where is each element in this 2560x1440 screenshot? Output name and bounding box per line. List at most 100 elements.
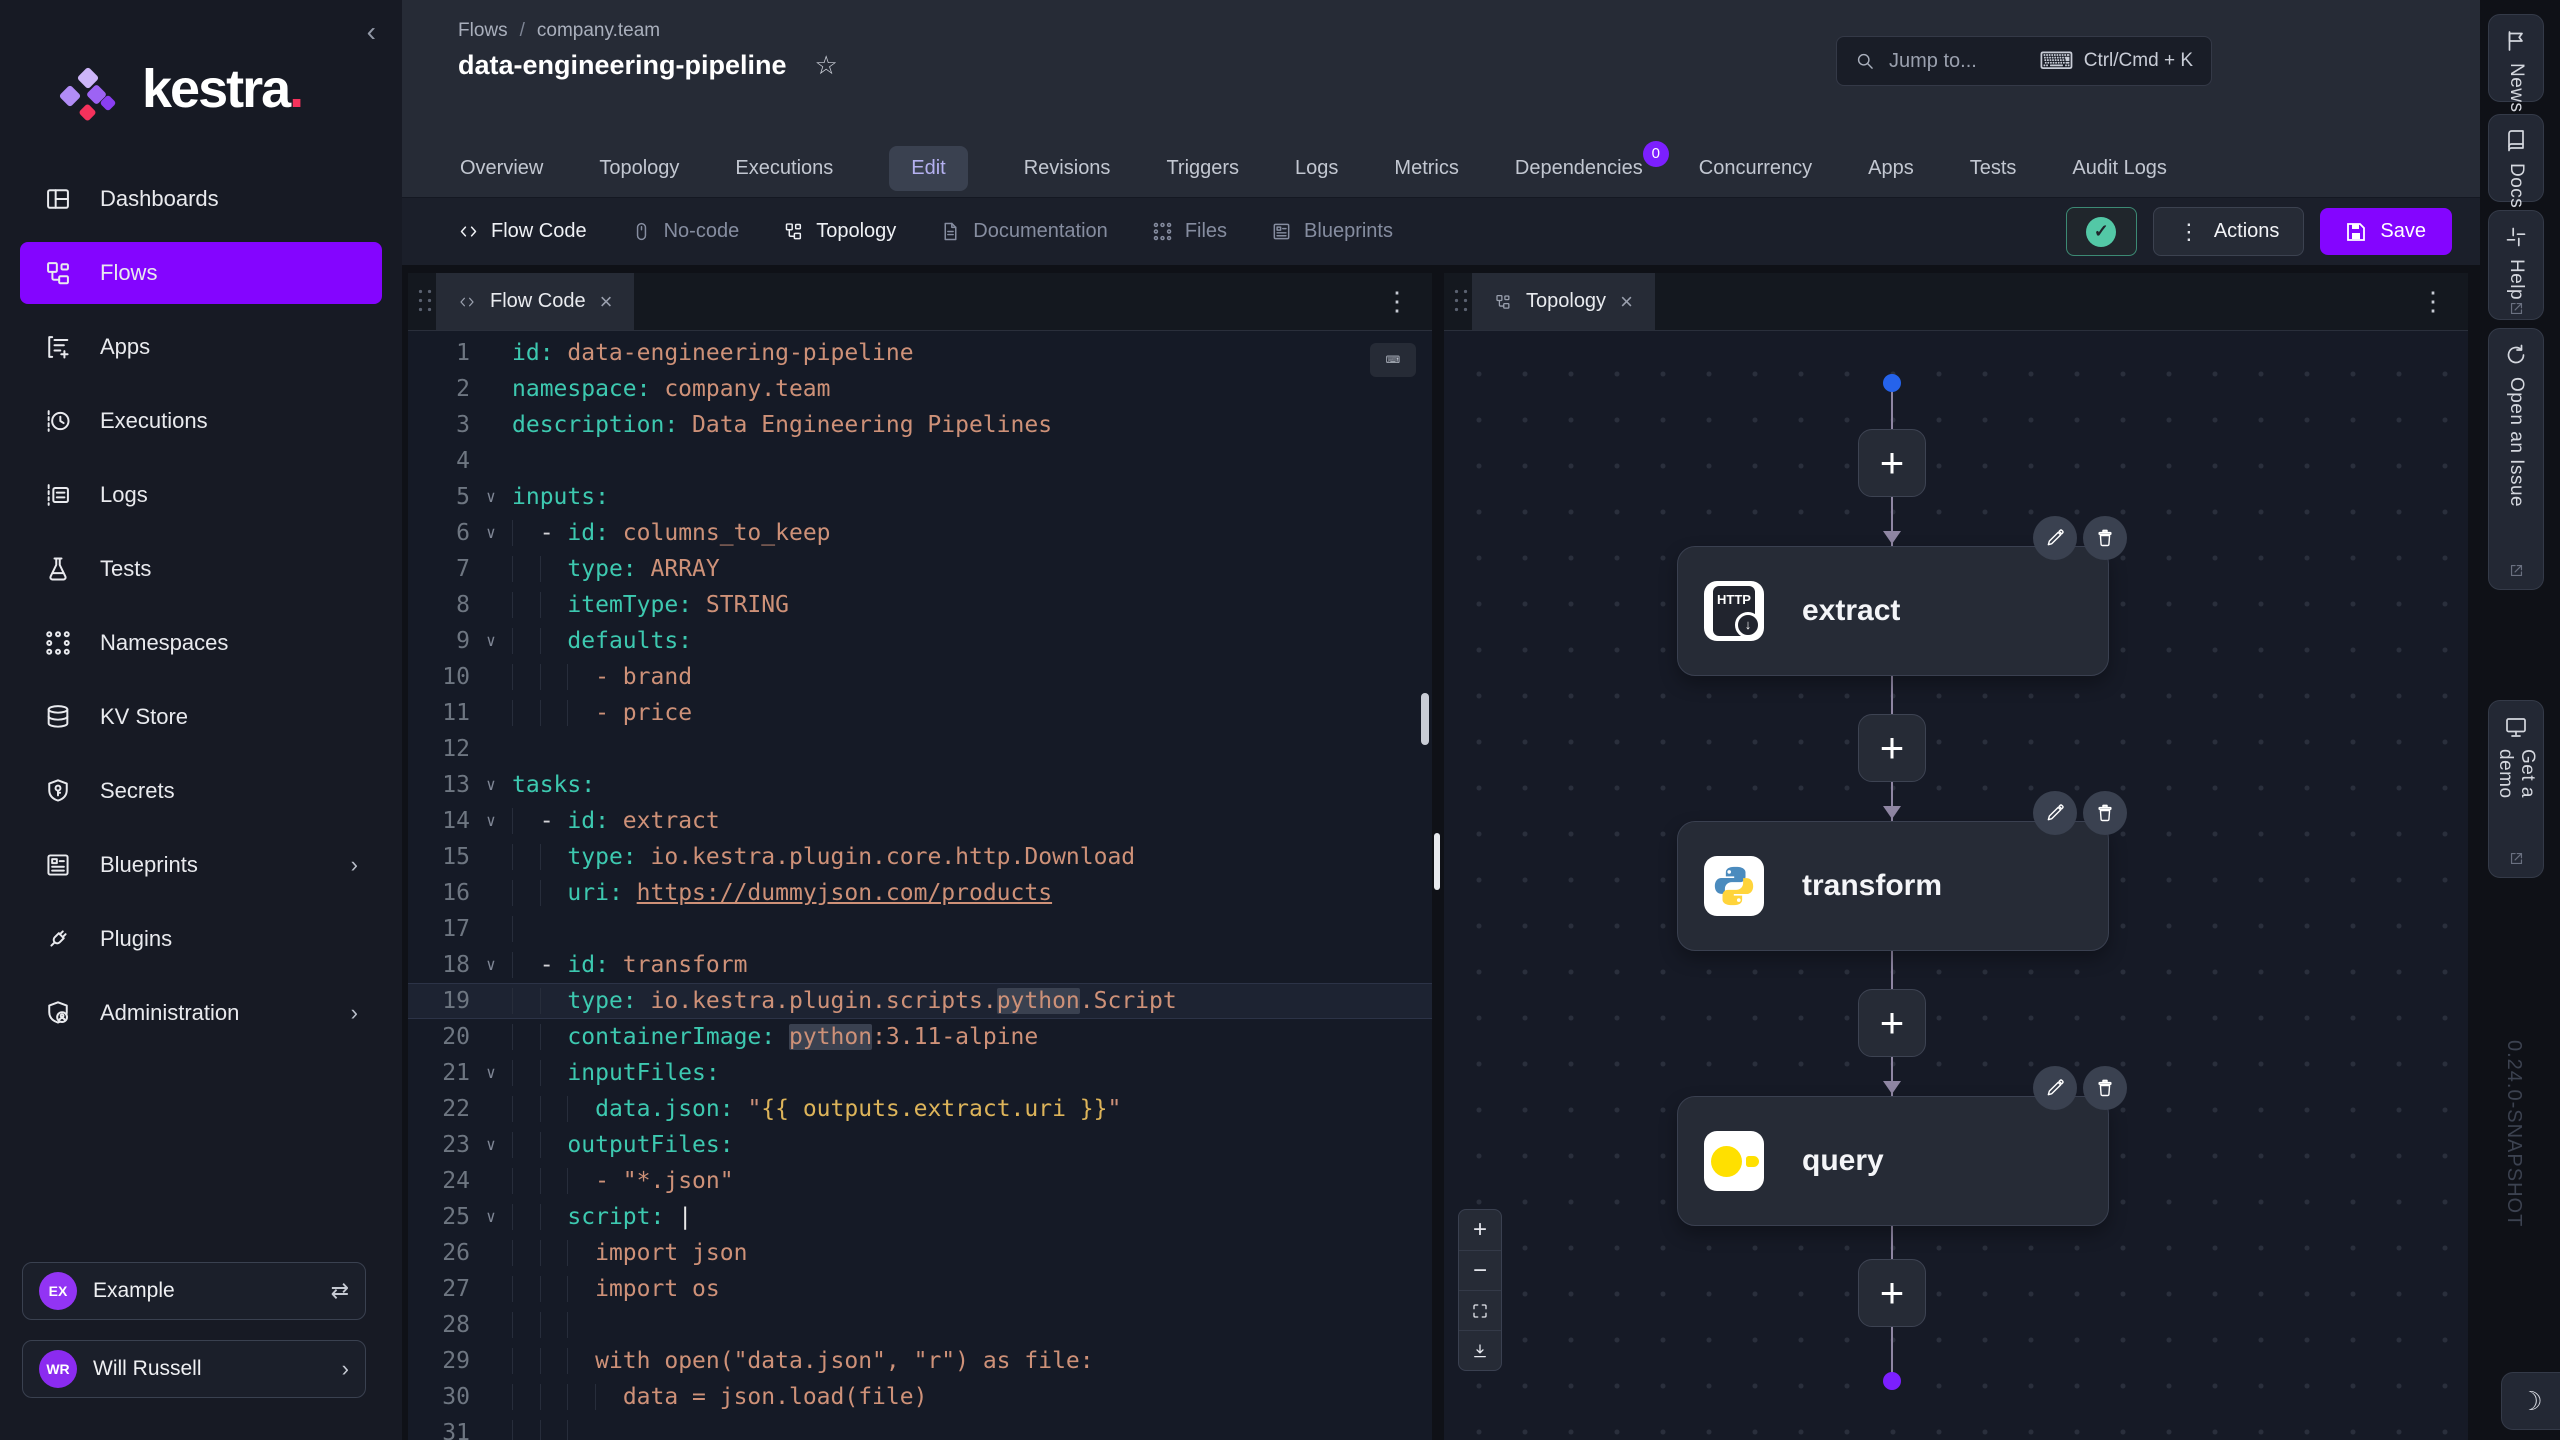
sidebar-item-flows[interactable]: Flows (20, 242, 382, 304)
rail-tab-news[interactable]: News (2488, 14, 2544, 102)
workspace-card[interactable]: EX Example ⇄ (22, 1262, 366, 1320)
add-task-button[interactable]: + (1858, 714, 1926, 782)
line-number: 19 (408, 983, 470, 1019)
sidebar-item-executions[interactable]: Executions (20, 390, 382, 452)
tab-dependencies[interactable]: Dependencies0 (1515, 157, 1643, 180)
toolbar-view-topology[interactable]: Topology (783, 220, 896, 243)
fold-chevron-icon[interactable]: ∨ (470, 515, 512, 551)
fold-chevron-icon[interactable]: ∨ (470, 1199, 512, 1235)
tab-concurrency[interactable]: Concurrency (1699, 157, 1812, 180)
fold-chevron-icon[interactable]: ∨ (470, 803, 512, 839)
fit-view-button[interactable] (1459, 1290, 1501, 1330)
theme-toggle-button[interactable]: ☽ (2501, 1372, 2560, 1430)
tab-edit[interactable]: Edit (889, 146, 967, 191)
topology-panel-menu-icon[interactable]: ⋮ (2420, 286, 2468, 317)
export-button[interactable] (1459, 1330, 1501, 1370)
rail-tab-get-a-demo[interactable]: Get a demo (2488, 700, 2544, 878)
topology-tab-close-icon[interactable]: × (1620, 289, 1633, 315)
editor-scrollbar-thumb[interactable] (1421, 693, 1429, 745)
sidebar-item-apps[interactable]: Apps (20, 316, 382, 378)
jump-to-search[interactable]: Jump to... ⌨ Ctrl/Cmd + K (1836, 36, 2212, 86)
rail-tab-help[interactable]: Help (2488, 210, 2544, 320)
toolbar-view-documentation[interactable]: Documentation (940, 220, 1108, 243)
code-line: 21∨ inputFiles: (408, 1055, 1432, 1091)
toolbar-view-no-code[interactable]: No-code (631, 220, 740, 243)
sidebar-item-blueprints[interactable]: Blueprints› (20, 834, 382, 896)
fold-gutter (470, 1415, 512, 1440)
app-root: ‹ kestra. Dashboards Flows Apps Executions L… (0, 0, 2560, 1440)
add-task-button[interactable]: + (1858, 429, 1926, 497)
node-edit-button[interactable] (2033, 1066, 2077, 1110)
user-card[interactable]: WR Will Russell › (22, 1340, 366, 1398)
fold-chevron-icon[interactable]: ∨ (470, 1055, 512, 1091)
task-node-query[interactable]: query (1677, 1096, 2109, 1226)
breadcrumb-namespace[interactable]: company.team (537, 20, 660, 42)
panel-divider-handle[interactable] (1434, 833, 1440, 890)
save-button[interactable]: Save (2320, 208, 2452, 255)
sidebar-item-administration[interactable]: Administration› (20, 982, 382, 1044)
fold-gutter (470, 1019, 512, 1055)
zoom-in-button[interactable]: + (1459, 1210, 1501, 1250)
editor-tab-close-icon[interactable]: × (600, 289, 613, 315)
line-number: 22 (408, 1091, 470, 1127)
topology-canvas[interactable]: ++++HTTP↓extracttransformquery+− (1444, 331, 2468, 1440)
sidebar-item-dashboards[interactable]: Dashboards (20, 168, 382, 230)
zoom-out-button[interactable]: − (1459, 1250, 1501, 1290)
fold-chevron-icon[interactable]: ∨ (470, 479, 512, 515)
code-line-content: - id: extract (512, 803, 1432, 839)
favorite-star-icon[interactable]: ☆ (815, 50, 838, 81)
fold-chevron-icon[interactable]: ∨ (470, 623, 512, 659)
tab-label: Apps (1868, 157, 1914, 179)
editor-tab[interactable]: Flow Code × (436, 273, 634, 330)
rail-tab-open-an-issue[interactable]: Open an Issue (2488, 328, 2544, 590)
tab-logs[interactable]: Logs (1295, 157, 1338, 180)
node-delete-button[interactable] (2083, 791, 2127, 835)
workspace-switch-icon[interactable]: ⇄ (331, 1278, 349, 1304)
editor-panel-menu-icon[interactable]: ⋮ (1384, 286, 1432, 317)
add-task-button[interactable]: + (1858, 989, 1926, 1057)
sidebar-collapse-button[interactable]: ‹ (367, 18, 376, 46)
tab-tests[interactable]: Tests (1970, 157, 2017, 180)
sidebar-item-kv-store[interactable]: KV Store (20, 686, 382, 748)
tab-audit-logs[interactable]: Audit Logs (2072, 157, 2167, 180)
sidebar-item-namespaces[interactable]: Namespaces (20, 612, 382, 674)
keyboard-toggle-button[interactable]: ⌨ (1370, 343, 1416, 377)
fold-gutter (470, 1163, 512, 1199)
editor-drag-handle[interactable] (416, 287, 434, 316)
topology-drag-handle[interactable] (1452, 287, 1470, 316)
task-node-transform[interactable]: transform (1677, 821, 2109, 951)
node-delete-button[interactable] (2083, 1066, 2127, 1110)
toolbar-view-flow-code[interactable]: Flow Code (458, 220, 587, 243)
tab-apps[interactable]: Apps (1868, 157, 1914, 180)
tab-executions[interactable]: Executions (735, 157, 833, 180)
tab-revisions[interactable]: Revisions (1024, 157, 1111, 180)
validation-status-button[interactable]: ✓ (2066, 207, 2137, 256)
node-delete-button[interactable] (2083, 516, 2127, 560)
node-edit-button[interactable] (2033, 516, 2077, 560)
actions-button[interactable]: ⋮ Actions (2153, 207, 2305, 256)
add-task-button[interactable]: + (1858, 1259, 1926, 1327)
code-line: 30 data = json.load(file) (408, 1379, 1432, 1415)
code-editor[interactable]: 1id: data-engineering-pipeline2namespace… (408, 331, 1432, 1440)
task-node-extract[interactable]: HTTP↓extract (1677, 546, 2109, 676)
breadcrumb-flows[interactable]: Flows (458, 20, 508, 42)
tab-metrics[interactable]: Metrics (1394, 157, 1458, 180)
node-edit-button[interactable] (2033, 791, 2077, 835)
sidebar-item-plugins[interactable]: Plugins (20, 908, 382, 970)
fold-gutter (470, 659, 512, 695)
toolbar-view-blueprints[interactable]: Blueprints (1271, 220, 1393, 243)
fold-chevron-icon[interactable]: ∨ (470, 1127, 512, 1163)
fold-gutter (470, 875, 512, 911)
topology-tab[interactable]: Topology × (1472, 273, 1655, 330)
sidebar-item-logs[interactable]: Logs (20, 464, 382, 526)
rail-tab-docs[interactable]: Docs (2488, 114, 2544, 202)
tab-overview[interactable]: Overview (460, 157, 543, 180)
sidebar-item-secrets[interactable]: Secrets (20, 760, 382, 822)
kestra-logo[interactable]: kestra. (56, 56, 302, 122)
tab-triggers[interactable]: Triggers (1166, 157, 1239, 180)
tab-topology[interactable]: Topology (599, 157, 679, 180)
toolbar-view-files[interactable]: Files (1152, 220, 1227, 243)
fold-chevron-icon[interactable]: ∨ (470, 947, 512, 983)
fold-chevron-icon[interactable]: ∨ (470, 767, 512, 803)
sidebar-item-tests[interactable]: Tests (20, 538, 382, 600)
